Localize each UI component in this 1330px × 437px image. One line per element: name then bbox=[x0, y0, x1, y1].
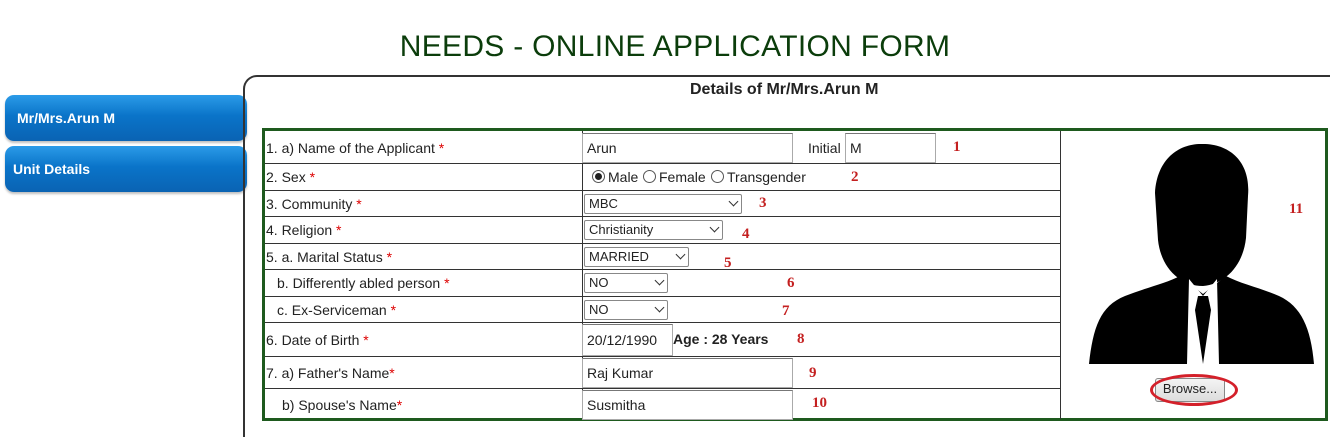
age-text: Age : 28 Years bbox=[673, 331, 769, 347]
religion-label: 4. Religion * bbox=[266, 222, 342, 238]
chevron-down-icon bbox=[709, 222, 720, 233]
page-title: NEEDS - ONLINE APPLICATION FORM bbox=[399, 30, 951, 63]
sex-male-radio[interactable] bbox=[592, 170, 605, 183]
community-select[interactable]: MBC bbox=[584, 194, 742, 214]
sidebar-tab-applicant[interactable]: Mr/Mrs.Arun M bbox=[5, 95, 247, 141]
father-name-input[interactable]: Raj Kumar bbox=[582, 358, 793, 388]
browse-highlight-circle bbox=[1150, 374, 1238, 406]
sex-female-radio[interactable] bbox=[643, 170, 656, 183]
sex-label: 2. Sex * bbox=[266, 169, 316, 185]
initial-label: Initial bbox=[808, 140, 841, 156]
row-divider bbox=[265, 322, 1060, 323]
differently-abled-label: b. Differently abled person * bbox=[277, 275, 450, 291]
row-divider bbox=[265, 216, 1060, 217]
marker-6: 6 bbox=[787, 275, 795, 291]
chevron-down-icon bbox=[654, 302, 665, 313]
father-name-label: 7. a) Father's Name* bbox=[266, 365, 395, 381]
user-avatar-icon bbox=[1089, 143, 1314, 364]
column-divider bbox=[1060, 131, 1061, 419]
sex-transgender-radio[interactable] bbox=[711, 170, 724, 183]
marker-4: 4 bbox=[742, 226, 750, 242]
spouse-name-label: b) Spouse's Name* bbox=[282, 397, 403, 413]
marital-status-select[interactable]: MARRIED bbox=[584, 247, 689, 267]
marker-9: 9 bbox=[809, 365, 817, 381]
sex-female-label: Female bbox=[659, 169, 706, 185]
sidebar-tab-unit-details[interactable]: Unit Details bbox=[5, 146, 247, 192]
marker-2: 2 bbox=[851, 169, 859, 185]
applicant-name-label: 1. a) Name of the Applicant * bbox=[266, 140, 445, 156]
marker-11: 11 bbox=[1289, 201, 1304, 217]
religion-select[interactable]: Christianity bbox=[584, 220, 723, 240]
sidebar-tab-label: Mr/Mrs.Arun M bbox=[17, 110, 115, 126]
community-label: 3. Community * bbox=[266, 196, 362, 212]
applicant-name-input[interactable]: Arun bbox=[582, 133, 793, 163]
initial-input[interactable]: M bbox=[845, 133, 936, 163]
row-divider bbox=[265, 243, 1060, 244]
spouse-name-input[interactable]: Susmitha bbox=[582, 390, 793, 420]
marker-5: 5 bbox=[724, 255, 732, 271]
row-divider bbox=[265, 190, 1060, 191]
marker-1: 1 bbox=[953, 139, 961, 155]
dob-label: 6. Date of Birth * bbox=[266, 332, 369, 348]
sidebar-tab-label: Unit Details bbox=[13, 161, 91, 177]
marker-7: 7 bbox=[782, 303, 790, 319]
marker-3: 3 bbox=[759, 195, 767, 211]
chevron-down-icon bbox=[675, 249, 686, 260]
row-divider bbox=[265, 163, 1060, 164]
marital-status-label: 5. a. Marital Status * bbox=[266, 249, 393, 265]
row-divider bbox=[265, 388, 1060, 389]
chevron-down-icon bbox=[654, 275, 665, 286]
row-divider bbox=[265, 356, 1060, 357]
row-divider bbox=[265, 269, 1060, 270]
differently-abled-select[interactable]: NO bbox=[584, 273, 668, 293]
sex-transgender-label: Transgender bbox=[727, 169, 806, 185]
chevron-down-icon bbox=[728, 196, 739, 207]
ex-serviceman-select[interactable]: NO bbox=[584, 300, 668, 320]
sex-male-label: Male bbox=[608, 169, 639, 185]
panel-title: Details of Mr/Mrs.Arun M bbox=[690, 81, 879, 98]
ex-serviceman-label: c. Ex-Serviceman * bbox=[277, 302, 397, 318]
marker-8: 8 bbox=[797, 331, 805, 347]
row-divider bbox=[265, 296, 1060, 297]
dob-input[interactable]: 20/12/1990 bbox=[582, 324, 673, 356]
marker-10: 10 bbox=[812, 395, 827, 411]
